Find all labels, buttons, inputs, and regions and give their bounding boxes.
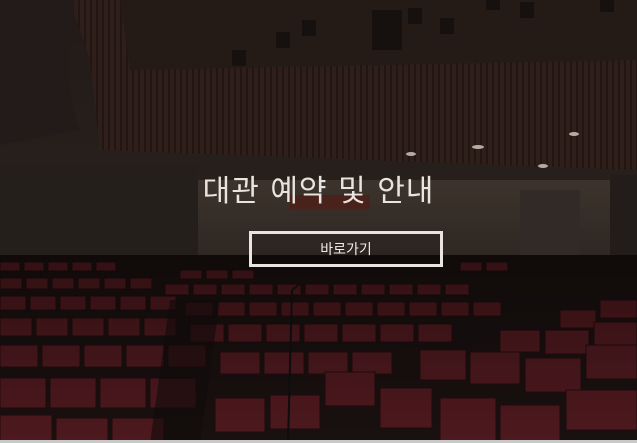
hero-content: 대관 예약 및 안내 바로가기 bbox=[0, 0, 637, 443]
hero-title: 대관 예약 및 안내 bbox=[202, 174, 435, 209]
shortcut-button[interactable]: 바로가기 bbox=[249, 231, 443, 267]
hero-banner: 대관 예약 및 안내 바로가기 bbox=[0, 0, 637, 443]
